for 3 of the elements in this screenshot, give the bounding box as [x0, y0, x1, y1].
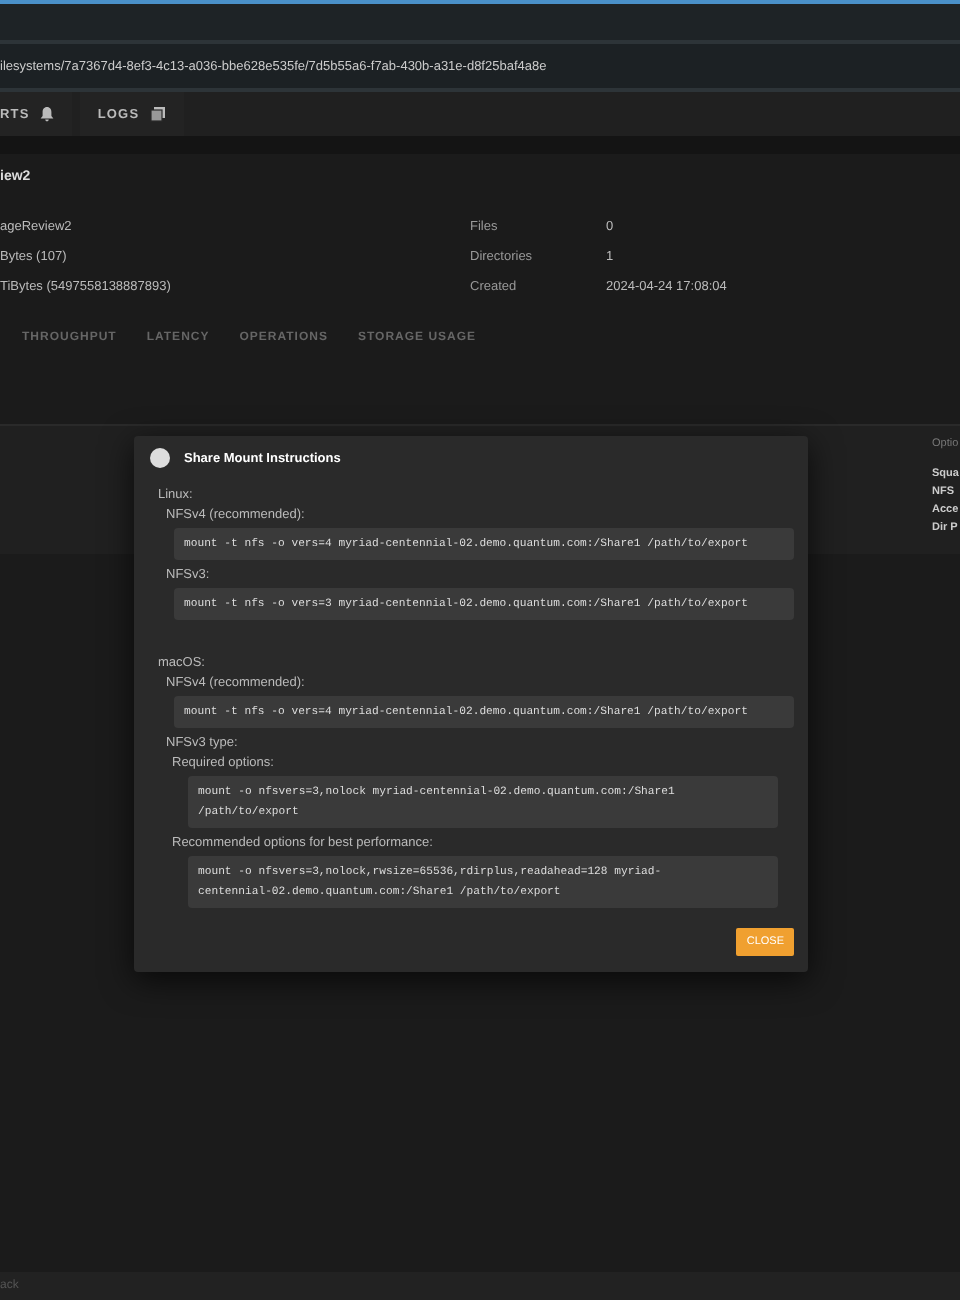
bell-icon	[39, 106, 54, 122]
circle-icon	[150, 448, 170, 468]
pages-icon	[149, 106, 166, 122]
